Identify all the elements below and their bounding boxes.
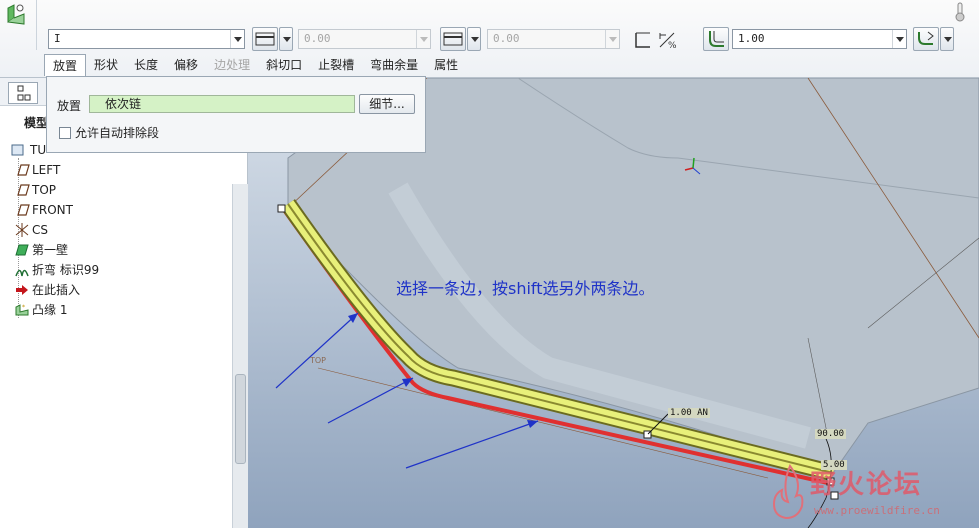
tree-icon — [17, 85, 31, 101]
offset-value: 0.00 — [493, 32, 520, 45]
radius-dimension[interactable]: 1.00 AN — [668, 408, 710, 418]
datum-top-label: TOP — [310, 356, 327, 365]
chevron-down-icon[interactable] — [892, 30, 906, 48]
tree-item-label: TOP — [32, 183, 57, 197]
flip-direction-icon[interactable]: % — [656, 29, 678, 51]
datum-plane-icon — [14, 183, 30, 197]
tab-shape[interactable]: 形状 — [86, 54, 126, 76]
flange-feature-icon — [4, 2, 30, 28]
tree-item-bend[interactable]: 折弯 标识99 — [8, 260, 234, 280]
watermark-title: 野火论坛 — [810, 470, 923, 500]
first-wall-icon — [14, 243, 30, 257]
tree-root-label: TU — [30, 143, 47, 157]
tree-item-cs[interactable]: CS — [8, 220, 234, 240]
tree-item-label: 折弯 标识99 — [32, 263, 100, 277]
tab-offset[interactable]: 偏移 — [166, 54, 206, 76]
bend-radius-measure-dropdown[interactable] — [940, 27, 954, 51]
bend-measure-icon — [918, 31, 934, 45]
angle-dimension[interactable]: 90.00 — [815, 429, 847, 439]
details-button[interactable]: 细节... — [359, 94, 415, 114]
datum-plane-icon — [14, 163, 30, 177]
offset-value-input[interactable]: 0.00 — [487, 29, 620, 49]
offset-type-icon — [443, 32, 463, 46]
watermark-url: www.proewildfire.cn — [814, 504, 940, 517]
auto-exclude-checkbox[interactable] — [59, 127, 71, 139]
svg-text:*: * — [22, 304, 25, 311]
forum-watermark: 野火论坛 www.proewildfire.cn — [766, 460, 978, 526]
tab-properties[interactable]: 属性 — [426, 54, 466, 76]
insert-here-arrow-icon — [14, 283, 30, 297]
bend-icon — [14, 263, 30, 277]
placement-label: 放置 — [57, 99, 82, 113]
width-type-icon — [255, 32, 275, 46]
flange-type-select[interactable]: I — [48, 29, 245, 49]
tab-relief[interactable]: 止裂槽 — [310, 54, 362, 76]
tab-edge-treatment[interactable]: 边处理 — [206, 54, 258, 76]
separator — [36, 0, 37, 50]
svg-text:%: % — [668, 41, 677, 51]
tree-item-top[interactable]: TOP — [8, 180, 234, 200]
tree-item-label: 凸缘 1 — [32, 303, 68, 317]
bend-radius-side-button[interactable] — [703, 27, 729, 51]
dashboard-tabs: 放置 形状 长度 偏移 边处理 斜切口 止裂槽 弯曲余量 属性 — [44, 54, 466, 76]
tree-item-first-wall[interactable]: 第一壁 — [8, 240, 234, 260]
flange-dashboard: I 0.00 0.00 % 1.00 放置 形状 长度 偏移 边处理 斜切口 止… — [0, 0, 979, 78]
flange-icon: * — [14, 303, 30, 317]
thermometer-icon — [952, 1, 968, 23]
offset-type-button[interactable] — [440, 27, 466, 51]
tree-item-label: LEFT — [32, 163, 61, 177]
bend-radius-icon — [709, 31, 724, 47]
width-type-dropdown[interactable] — [279, 27, 293, 51]
datum-plane-icon — [14, 203, 30, 217]
coordinate-system-icon — [14, 223, 30, 237]
width-value-input[interactable]: 0.00 — [298, 29, 431, 49]
tab-bend-allowance[interactable]: 弯曲余量 — [362, 54, 426, 76]
tree-scrollbar[interactable] — [232, 184, 248, 528]
chevron-down-icon[interactable] — [230, 30, 244, 48]
bend-radius-measure-button[interactable] — [913, 27, 939, 51]
tab-placement[interactable]: 放置 — [44, 54, 87, 76]
tree-item-flange[interactable]: * 凸缘 1 — [8, 300, 234, 320]
tree-item-insert-here[interactable]: 在此插入 — [8, 280, 234, 300]
chevron-down-icon[interactable] — [605, 30, 619, 48]
tree-item-label: 第一壁 — [32, 243, 69, 257]
bend-radius-value: 1.00 — [738, 32, 765, 45]
model-tree: TU LEFT TOP FRONT CS 第一壁 折弯 标识99 在此插入 * … — [8, 140, 234, 320]
flange-type-value: I — [54, 32, 61, 45]
chain-collector[interactable]: 依次链 — [89, 95, 355, 113]
tree-item-label: FRONT — [32, 203, 73, 217]
width-value: 0.00 — [304, 32, 331, 45]
model-tree-tab[interactable] — [8, 82, 38, 104]
scrollbar-thumb[interactable] — [235, 374, 246, 464]
width-type-button[interactable] — [252, 27, 278, 51]
tree-item-label: CS — [32, 223, 48, 237]
auto-exclude-label: 允许自动排除段 — [75, 126, 160, 140]
tab-miter-cut[interactable]: 斜切口 — [258, 54, 310, 76]
instruction-text: 选择一条边，按shift选另外两条边。 — [396, 279, 655, 298]
tree-item-front[interactable]: FRONT — [8, 200, 234, 220]
offset-type-dropdown[interactable] — [467, 27, 481, 51]
model-tree-title: 模型 — [24, 116, 49, 130]
placement-panel: 放置 依次链 细节... 允许自动排除段 — [46, 76, 426, 153]
bend-radius-input[interactable]: 1.00 — [732, 29, 907, 49]
part-icon — [10, 143, 26, 157]
tab-length[interactable]: 长度 — [126, 54, 166, 76]
tree-item-label: 在此插入 — [32, 283, 81, 297]
flame-logo-icon — [772, 464, 804, 520]
thickness-side-icon[interactable] — [632, 29, 654, 51]
chevron-down-icon[interactable] — [416, 30, 430, 48]
tree-item-left[interactable]: LEFT — [8, 160, 234, 180]
